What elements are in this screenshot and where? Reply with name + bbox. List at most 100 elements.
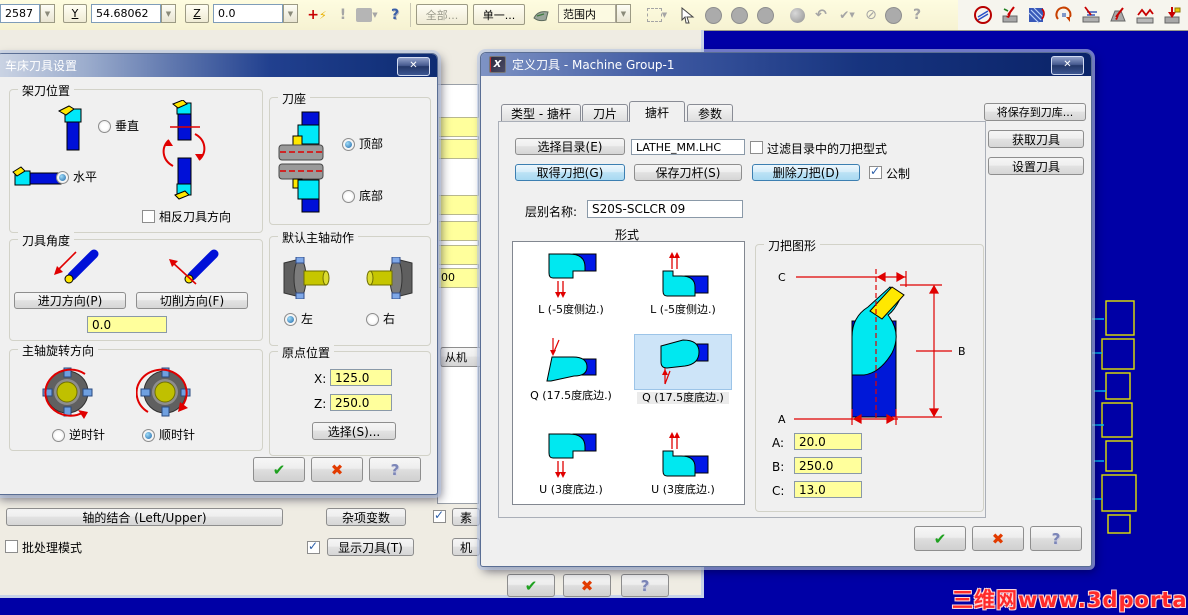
lathe-toolpath-icon-2[interactable] — [999, 4, 1021, 26]
stock-button-partial[interactable]: 素 — [452, 508, 480, 526]
hidden-field[interactable] — [439, 221, 479, 241]
sphere-icon[interactable] — [786, 4, 808, 26]
close-icon[interactable]: ✕ — [1051, 56, 1084, 75]
from-machine-button-partial[interactable]: 从机 — [440, 347, 485, 367]
station-bottom-radio[interactable] — [342, 190, 355, 203]
coord-z-input[interactable]: 0.0 — [213, 4, 283, 23]
origin-z-input[interactable]: 250.0 — [330, 394, 392, 411]
style-option-1[interactable]: L (-5度侧边.) — [630, 248, 736, 316]
vertical-radio[interactable] — [98, 120, 111, 133]
combine-axes-button[interactable]: 轴的结合 (Left/Upper) — [6, 508, 283, 526]
origin-x-input[interactable]: 125.0 — [330, 369, 392, 386]
display-tool-button[interactable]: 显示刀具(T) — [327, 538, 414, 556]
misc-values-button[interactable]: 杂项变数 — [326, 508, 406, 526]
style-option-0[interactable]: L (-5度侧边.) — [518, 248, 624, 316]
range-select[interactable]: 范围内 — [558, 4, 616, 23]
select-single-button[interactable]: 单一... — [473, 4, 525, 25]
delete-holder-button[interactable]: 删除刀把(D) — [752, 164, 860, 181]
lathe-ok-button[interactable]: ✔ — [253, 457, 305, 482]
ccw-radio[interactable] — [52, 429, 65, 442]
catalog-input[interactable]: LATHE_MM.LHC — [631, 139, 745, 155]
select-all-button[interactable]: 全部... — [416, 4, 468, 25]
station-top-radio[interactable] — [342, 138, 355, 151]
lathe-toolpath-icon-8[interactable] — [1161, 4, 1183, 26]
batch-mode-checkbox[interactable] — [5, 540, 18, 553]
reverse-tool-checkbox[interactable] — [142, 210, 155, 223]
plunge-direction-button[interactable]: 进刀方向(P) — [14, 292, 126, 309]
level-name-input[interactable]: S20S-SCLCR 09 — [587, 200, 743, 218]
disabled-circle-icon-4[interactable] — [882, 4, 904, 26]
hidden-field[interactable] — [439, 195, 479, 215]
coord-x-input[interactable]: 2587 — [0, 4, 40, 23]
lathe-toolpath-icon-5[interactable] — [1080, 4, 1102, 26]
setup-cancel-button[interactable]: ✖ — [563, 574, 611, 597]
validate-icon[interactable]: ✔ ▼ — [834, 4, 860, 26]
null-icon[interactable]: ⊘ — [860, 4, 882, 26]
disabled-circle-icon-2[interactable] — [728, 4, 750, 26]
lathe-toolpath-icon-6[interactable] — [1107, 4, 1129, 26]
hidden-field[interactable] — [439, 139, 479, 159]
get-tool-button[interactable]: 获取刀具 — [988, 130, 1084, 148]
style-option-3-selected[interactable]: Q (17.5度底边.) — [630, 334, 736, 404]
metric-checkbox[interactable] — [869, 164, 882, 179]
lathe-dialog-titlebar[interactable]: 车床刀具设置 ✕ — [0, 54, 437, 77]
coord-y-input[interactable]: 54.68062 — [91, 4, 161, 23]
filter-checkbox[interactable] — [750, 141, 763, 154]
tab-type[interactable]: 类型 - 搪杆 — [501, 104, 581, 122]
setup-help-button[interactable]: ? — [621, 574, 669, 597]
lathe-toolpath-icon-4[interactable] — [1053, 4, 1075, 26]
tool-angle-input[interactable]: 0.0 — [87, 316, 167, 333]
autocursor-flash-icon[interactable]: + ⚡ — [306, 4, 328, 26]
surface-select-icon[interactable] — [530, 4, 552, 26]
setup-ok-button[interactable]: ✔ — [507, 574, 555, 597]
coord-y-dropdown[interactable]: ▼ — [161, 4, 176, 23]
y-coord-button[interactable]: Y — [63, 4, 87, 23]
display-tool-checkbox[interactable] — [307, 539, 320, 554]
machine-button-partial[interactable]: 机 — [452, 538, 480, 556]
disabled-circle-icon-1[interactable] — [702, 4, 724, 26]
get-holder-button[interactable]: 取得刀把(G) — [515, 164, 625, 181]
coord-z-dropdown[interactable]: ▼ — [283, 4, 298, 23]
style-option-4[interactable]: U (3度底边.) — [518, 428, 624, 496]
save-to-library-button[interactable]: 将保存到刀库... — [984, 103, 1086, 121]
coord-x-dropdown[interactable]: ▼ — [40, 4, 55, 23]
close-icon[interactable]: ✕ — [397, 57, 430, 76]
spindle-left-radio[interactable] — [284, 313, 297, 326]
lathe-toolpath-icon-3[interactable] — [1026, 4, 1048, 26]
lathe-cancel-button[interactable]: ✖ — [311, 457, 363, 482]
hidden-field[interactable]: 00 — [439, 268, 479, 288]
cursor-arrow-icon[interactable] — [676, 4, 698, 26]
help-icon[interactable]: ? — [384, 4, 406, 26]
tab-bar[interactable]: 搪杆 — [629, 101, 685, 122]
hidden-field[interactable] — [439, 245, 479, 265]
lasso-icon[interactable]: ▼ — [644, 4, 670, 26]
tab-params[interactable]: 参数 — [687, 104, 733, 122]
dim-c-input[interactable]: 13.0 — [794, 481, 862, 498]
lathe-toolpath-icon-7[interactable] — [1134, 4, 1156, 26]
setup-tool-button[interactable]: 设置刀具 — [988, 157, 1084, 175]
dim-a-input[interactable]: 20.0 — [794, 433, 862, 450]
hidden-field[interactable] — [439, 117, 479, 137]
undo-icon[interactable]: ↶ — [810, 4, 832, 26]
z-coord-button[interactable]: Z — [185, 4, 209, 23]
cw-radio[interactable] — [142, 429, 155, 442]
lathe-toolpath-icon-1[interactable] — [972, 4, 994, 26]
define-cancel-button[interactable]: ✖ — [972, 526, 1024, 551]
lathe-help-button[interactable]: ? — [369, 457, 421, 482]
define-ok-button[interactable]: ✔ — [914, 526, 966, 551]
horizontal-radio[interactable] — [56, 171, 69, 184]
define-help-button[interactable]: ? — [1030, 526, 1082, 551]
define-dialog-titlebar[interactable]: X 定义刀具 - Machine Group-1 ✕ — [481, 53, 1091, 76]
exclamation-icon[interactable]: ! — [332, 4, 354, 26]
help-icon-2[interactable]: ? — [906, 4, 928, 26]
select-catalog-button[interactable]: 选择目录(E) — [515, 138, 625, 155]
disabled-circle-icon-3[interactable] — [754, 4, 776, 26]
tab-insert[interactable]: 刀片 — [582, 104, 628, 122]
cut-direction-button[interactable]: 切削方向(F) — [136, 292, 248, 309]
disabled-tool-icon[interactable]: ▼ — [354, 4, 380, 26]
origin-select-button[interactable]: 选择(S)... — [312, 422, 396, 440]
range-dropdown[interactable]: ▼ — [616, 4, 631, 23]
style-option-5[interactable]: U (3度底边.) — [630, 428, 736, 496]
dim-b-input[interactable]: 250.0 — [794, 457, 862, 474]
spindle-right-radio[interactable] — [366, 313, 379, 326]
